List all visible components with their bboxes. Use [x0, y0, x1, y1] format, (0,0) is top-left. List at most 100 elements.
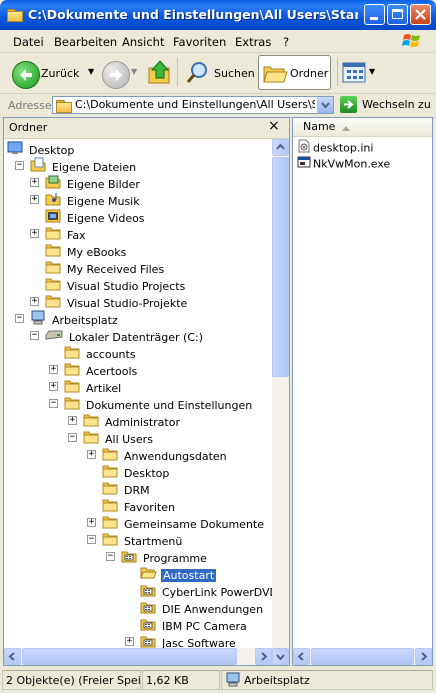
tree-node[interactable]: Eigene Musik [45, 191, 142, 208]
tree-node-label: Dokumente und Einstellungen [86, 398, 253, 412]
tree-node[interactable]: Programme [121, 548, 209, 565]
tree-node[interactable]: IBM PC Camera [140, 616, 249, 633]
tree-node[interactable]: DIE Anwendungen [140, 599, 265, 616]
tree-node[interactable]: Autostart [140, 565, 218, 583]
minimize-button[interactable] [364, 4, 385, 25]
menu-bearbeiten[interactable]: Bearbeiten [54, 35, 117, 49]
file-row[interactable]: desktop.ini [297, 139, 373, 155]
tree-node-label: Acertools [86, 364, 138, 378]
collapse-toggle[interactable]: − [15, 161, 24, 170]
scroll-left-button[interactable] [293, 648, 310, 665]
forward-button[interactable]: ▼ [100, 59, 137, 89]
tree-node[interactable]: Visual Studio Projects [45, 276, 187, 293]
tree-node[interactable]: All Users [83, 429, 155, 446]
forward-arrow-icon [102, 61, 130, 89]
tree-node[interactable]: My Received Files [45, 259, 166, 276]
tree-node[interactable]: My eBooks [45, 242, 128, 259]
tree-node[interactable]: Artikel [64, 378, 123, 395]
scroll-up-button[interactable] [272, 139, 289, 156]
maximize-button[interactable] [387, 4, 408, 25]
tree-node-label: Visual Studio-Projekte [67, 296, 188, 310]
tree-node[interactable]: Desktop [102, 463, 171, 480]
menu-ansicht[interactable]: Ansicht [122, 35, 164, 49]
scroll-thumb[interactable] [272, 157, 289, 377]
search-button[interactable]: Suchen [183, 58, 255, 88]
scroll-down-button[interactable] [272, 648, 289, 665]
horizontal-scroll-thumb[interactable] [311, 648, 414, 665]
address-input[interactable]: C:\Dokumente und Einstellungen\All Users… [52, 96, 334, 114]
tree-node[interactable]: Administrator [83, 412, 182, 429]
file-name: desktop.ini [313, 141, 374, 155]
tree-node[interactable]: Visual Studio-Projekte [45, 293, 189, 310]
tree-node[interactable]: Acertools [64, 361, 139, 378]
folders-button[interactable]: Ordner [258, 55, 331, 90]
scroll-right-button[interactable] [255, 648, 272, 665]
tree-node-label: DIE Anwendungen [162, 602, 264, 616]
views-dropdown-icon[interactable]: ▼ [369, 67, 375, 76]
folders-icon [263, 66, 288, 83]
address-dropdown-button[interactable] [317, 97, 333, 113]
views-icon [342, 62, 366, 83]
menu-help[interactable]: ? [283, 35, 289, 49]
tree-node[interactable]: Favoriten [102, 497, 177, 514]
tree-node[interactable]: Anwendungsdaten [102, 446, 229, 463]
expand-toggle[interactable]: + [30, 178, 39, 187]
collapse-toggle[interactable]: − [87, 535, 96, 544]
up-folder-button[interactable] [146, 58, 174, 88]
tree-node[interactable]: Desktop [7, 140, 76, 157]
tree-node-label: My Received Files [67, 262, 165, 276]
collapse-toggle[interactable]: − [106, 552, 115, 561]
expand-toggle[interactable]: + [125, 637, 134, 646]
go-button[interactable]: Wechseln zu [340, 96, 432, 114]
tree-node-label: Visual Studio Projects [67, 279, 186, 293]
expand-toggle[interactable]: + [87, 518, 96, 527]
tree-node-label: Desktop [124, 466, 170, 480]
tree-node[interactable]: Gemeinsame Dokumente [102, 514, 266, 531]
back-button[interactable]: Zurück ▼ [10, 59, 100, 89]
horizontal-scroll-thumb[interactable] [22, 648, 237, 665]
list-horizontal-scrollbar[interactable] [293, 648, 432, 665]
scroll-left-button[interactable] [4, 648, 21, 665]
expand-toggle[interactable]: + [30, 229, 39, 238]
tree-node[interactable]: Startmenü [102, 531, 184, 548]
collapse-toggle[interactable]: − [68, 433, 77, 442]
back-dropdown-icon[interactable]: ▼ [88, 67, 94, 76]
views-button[interactable]: ▼ [342, 60, 378, 86]
tree-node-label: DRM [124, 483, 150, 497]
column-name-label: Name [303, 120, 336, 133]
tree-node[interactable]: Fax [45, 225, 88, 242]
tree-vertical-scrollbar[interactable] [272, 139, 289, 665]
expand-toggle[interactable]: + [87, 450, 96, 459]
tree-node[interactable]: Dokumente und Einstellungen [64, 395, 254, 412]
expand-toggle[interactable]: + [49, 365, 58, 374]
expand-toggle[interactable]: + [30, 195, 39, 204]
tree-node[interactable]: CyberLink PowerDVD [140, 582, 280, 599]
tree-node[interactable]: Eigene Dateien [30, 157, 138, 174]
collapse-toggle[interactable]: − [30, 331, 39, 340]
expand-toggle[interactable]: + [49, 382, 58, 391]
tree-node[interactable]: Lokaler Datenträger (C:) [45, 327, 205, 344]
menu-extras[interactable]: Extras [235, 35, 271, 49]
expand-toggle[interactable]: + [68, 416, 77, 425]
menu-datei[interactable]: Datei [13, 35, 44, 49]
collapse-toggle[interactable]: − [15, 314, 24, 323]
forward-dropdown-icon[interactable]: ▼ [131, 67, 137, 76]
file-list-panel: Name desktop.ini NkVwMon.exe [292, 117, 433, 666]
column-header-name[interactable]: Name [293, 118, 432, 137]
tree-node[interactable]: Eigene Videos [45, 208, 147, 225]
close-button[interactable] [410, 4, 431, 25]
tree-node[interactable]: accounts [64, 344, 138, 361]
tree-horizontal-scrollbar[interactable] [4, 648, 272, 665]
chevron-right-icon [421, 652, 428, 661]
menu-favoriten[interactable]: Favoriten [173, 35, 226, 49]
scroll-right-button[interactable] [415, 648, 432, 665]
tree-node[interactable]: Arbeitsplatz [30, 310, 120, 327]
tree-node[interactable]: DRM [102, 480, 152, 497]
folder-icon [83, 429, 99, 450]
close-pane-button[interactable]: × [268, 118, 280, 134]
tree-node[interactable]: Eigene Bilder [45, 174, 142, 191]
expand-toggle[interactable]: + [30, 297, 39, 306]
windows-logo-icon [402, 34, 420, 47]
file-row[interactable]: NkVwMon.exe [297, 155, 390, 171]
collapse-toggle[interactable]: − [49, 399, 58, 408]
